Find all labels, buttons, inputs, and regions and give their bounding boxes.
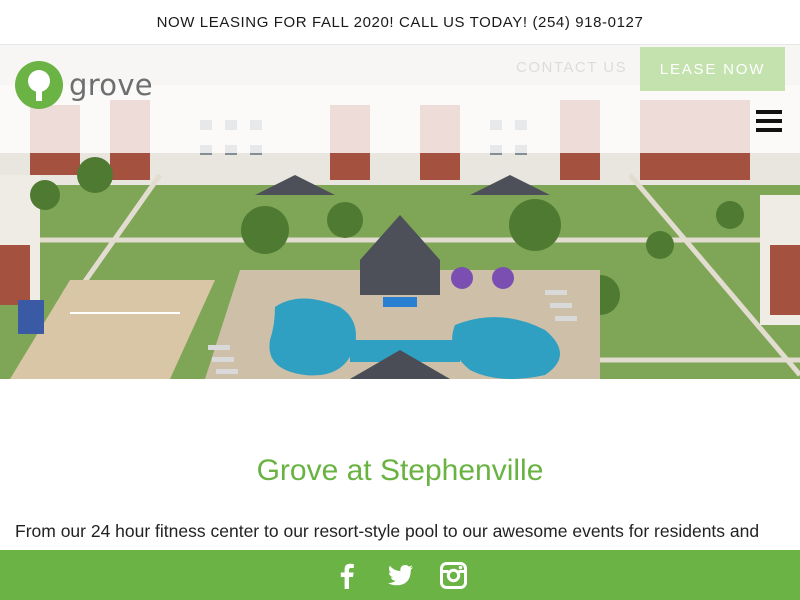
facebook-icon[interactable] <box>334 562 361 589</box>
tree-logo-icon <box>15 61 63 109</box>
announcement-bar: NOW LEASING FOR FALL 2020! CALL US TODAY… <box>0 0 800 45</box>
site-header: grove CONTACT US LEASE NOW <box>0 45 800 153</box>
menu-icon[interactable] <box>756 110 782 132</box>
instagram-icon[interactable] <box>439 561 467 589</box>
page-title: Grove at Stephenville <box>256 454 544 487</box>
social-bar <box>0 550 800 600</box>
logo-text: grove <box>69 68 153 102</box>
site-logo[interactable]: grove <box>15 61 153 109</box>
announcement-text: NOW LEASING FOR FALL 2020! CALL US TODAY… <box>156 13 644 31</box>
contact-us-link[interactable]: CONTACT US <box>516 59 627 76</box>
intro-text: From our 24 hour fitness center to our r… <box>15 521 760 541</box>
lease-now-button[interactable]: LEASE NOW <box>640 47 785 91</box>
twitter-icon[interactable] <box>387 562 414 589</box>
